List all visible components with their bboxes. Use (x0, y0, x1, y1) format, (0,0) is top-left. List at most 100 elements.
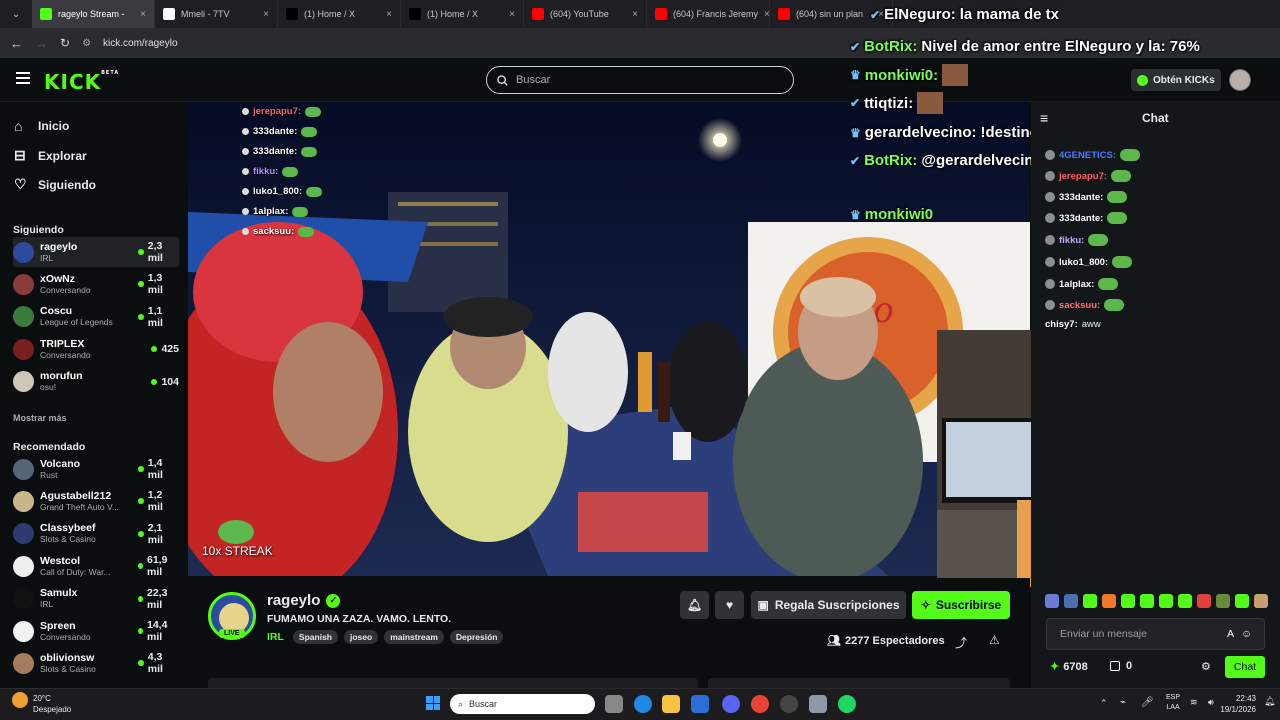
quick-emote-icon[interactable] (1102, 594, 1116, 608)
stream-tag[interactable]: Spanish (292, 630, 338, 644)
language-indicator[interactable]: ESP LAA (1166, 693, 1180, 713)
stream-category[interactable]: IRL (267, 631, 284, 643)
chat-username[interactable]: 1alplax: (1059, 279, 1094, 290)
sidebar-channel[interactable]: rageylo IRL 2,3 mil (13, 237, 179, 267)
chrome-icon[interactable] (751, 695, 769, 713)
quick-emote-icon[interactable] (1254, 594, 1268, 608)
collapse-chat-icon[interactable]: ≡ (1040, 110, 1048, 126)
sidebar-channel[interactable]: xOwNz Conversando 1,3 mil (13, 269, 179, 299)
discord-icon[interactable] (722, 695, 740, 713)
stream-tag[interactable]: Depresión (449, 630, 504, 644)
clock[interactable]: 22:43 19/1/2026 (1216, 693, 1256, 715)
sidebar-channel[interactable]: morufun osu! 104 (13, 367, 179, 397)
chat-settings-icon[interactable]: ⚙ (1201, 660, 1211, 673)
browser-tab[interactable]: Mmeli - 7TV × (155, 0, 278, 28)
notifications-button[interactable]: 🔔︎ (680, 591, 709, 619)
sidebar-channel[interactable]: Agustabell212 Grand Theft Auto V... 1,2 mi… (13, 486, 179, 516)
translate-icon[interactable]: A (1227, 628, 1234, 640)
emoji-icon[interactable]: ☺ (1241, 628, 1252, 640)
show-more-link[interactable]: Mostrar más (13, 413, 67, 423)
kicks-balance[interactable]: 0 (1110, 660, 1132, 672)
kick-logo[interactable]: KICKBETA (44, 70, 119, 94)
browser-tab[interactable]: rageylo Stream - × (32, 0, 155, 28)
close-tab-icon[interactable]: × (632, 9, 638, 20)
edge-icon[interactable] (634, 695, 652, 713)
close-tab-icon[interactable]: × (386, 9, 392, 20)
quick-emote-icon[interactable] (1140, 594, 1154, 608)
chat-input[interactable]: Enviar un mensaje A ☺ (1046, 618, 1265, 650)
mail-icon[interactable] (691, 695, 709, 713)
forward-icon[interactable]: → (35, 36, 48, 51)
site-info-icon[interactable]: ⚙ (82, 38, 91, 49)
quick-emote-icon[interactable] (1216, 594, 1230, 608)
follow-button[interactable]: ♥ (715, 591, 744, 619)
get-kicks-button[interactable]: Obtén KICKs (1131, 69, 1221, 91)
settings-app-icon[interactable] (809, 695, 827, 713)
chat-username[interactable]: 333dante: (1059, 213, 1103, 224)
quick-emote-icon[interactable] (1197, 594, 1211, 608)
taskbar-search[interactable]: ⌕ Buscar (450, 694, 595, 714)
quick-emote-icon[interactable] (1178, 594, 1192, 608)
sidebar-channel[interactable]: Classybeef Slots & Casino 2,1 mil (13, 519, 179, 549)
user-avatar[interactable] (1229, 69, 1251, 91)
browser-tab[interactable]: (1) Home / X × (401, 0, 524, 28)
back-icon[interactable]: ← (10, 36, 23, 51)
file-explorer-icon[interactable] (662, 695, 680, 713)
sidebar-nav-explore[interactable]: ⊟ Explorar (14, 147, 87, 164)
chat-username[interactable]: 4GENETICS: (1059, 150, 1116, 161)
chat-username[interactable]: sacksuu: (1059, 300, 1100, 311)
subscribe-button[interactable]: ✧ Suscribirse (912, 591, 1010, 619)
sidebar-channel[interactable]: Samulx IRL 22,3 mil (13, 584, 179, 614)
browser-tab[interactable]: (604) YouTube × (524, 0, 647, 28)
task-view-icon[interactable] (605, 695, 623, 713)
close-tab-icon[interactable]: × (764, 9, 769, 20)
tray-chevron-icon[interactable]: ⌃ (1100, 698, 1108, 709)
reload-icon[interactable]: ↻ (60, 36, 70, 50)
tab-list-icon[interactable]: ⌄ (0, 0, 32, 28)
menu-icon[interactable] (16, 72, 30, 84)
quick-emote-icon[interactable] (1064, 594, 1078, 608)
wifi-icon[interactable]: ≋ (1190, 697, 1198, 708)
sidebar-nav-heart[interactable]: ♡ Siguiendo (14, 176, 96, 193)
streamer-name[interactable]: rageylo (267, 592, 320, 609)
chat-username[interactable]: 333dante: (1059, 192, 1103, 203)
weather-widget[interactable]: 20°C Despejado (33, 693, 71, 715)
sidebar-channel[interactable]: Westcol Call of Duty: War... 61,9 mil (13, 551, 179, 581)
gift-subs-button[interactable]: ▣ Regala Suscripciones (751, 591, 906, 619)
quick-emote-icon[interactable] (1083, 594, 1097, 608)
report-icon[interactable]: ⚠ (989, 633, 1000, 647)
github-icon[interactable] (780, 695, 798, 713)
send-chat-button[interactable]: Chat (1225, 656, 1265, 678)
quick-emote-icon[interactable] (1235, 594, 1249, 608)
close-tab-icon[interactable]: × (509, 9, 515, 20)
chat-username[interactable]: fikku: (1059, 235, 1084, 246)
share-icon[interactable]: ⤴ (955, 634, 967, 651)
close-tab-icon[interactable]: × (140, 9, 146, 20)
notification-icon[interactable]: 🔔︎ (1264, 696, 1275, 707)
chat-username[interactable]: luko1_800: (1059, 257, 1108, 268)
channel-points[interactable]: ✦ 6708 (1050, 660, 1088, 674)
sidebar-channel[interactable]: oblivionsw Slots & Casino 4,3 mil (13, 648, 179, 678)
mic-icon[interactable]: 🎤︎ (1141, 697, 1154, 708)
browser-tab[interactable]: (1) Home / X × (278, 0, 401, 28)
sidebar-channel[interactable]: Coscu League of Legends 1,1 mil (13, 302, 179, 332)
video-player[interactable]: Balbo jerepapu7: 333dante: 333dante: fikku:… (188, 102, 1030, 576)
stream-tag[interactable]: joseo (343, 630, 379, 644)
quick-emote-icon[interactable] (1121, 594, 1135, 608)
search-input[interactable]: Buscar (486, 66, 794, 94)
chat-username[interactable]: chisy7: (1045, 319, 1078, 330)
sidebar-nav-home[interactable]: ⌂ Inicio (14, 118, 69, 134)
spotify-icon[interactable] (838, 695, 856, 713)
quick-emote-icon[interactable] (1045, 594, 1059, 608)
start-icon[interactable] (426, 696, 440, 710)
close-tab-icon[interactable]: × (263, 9, 269, 20)
emote-bar[interactable] (1045, 594, 1268, 608)
quick-emote-icon[interactable] (1159, 594, 1173, 608)
url-field[interactable]: kick.com/rageylo (103, 38, 177, 49)
sidebar-channel[interactable]: Volcano Rust 1,4 mil (13, 454, 179, 484)
stream-tag[interactable]: mainstream (384, 630, 444, 644)
browser-tab[interactable]: (604) Francis Jeremy × (647, 0, 770, 28)
network-icon[interactable]: ⌁ (1120, 697, 1126, 708)
sidebar-channel[interactable]: TRIPLEX Conversando 425 (13, 334, 179, 364)
sidebar-channel[interactable]: Spreen Conversando 14,4 mil (13, 616, 179, 646)
